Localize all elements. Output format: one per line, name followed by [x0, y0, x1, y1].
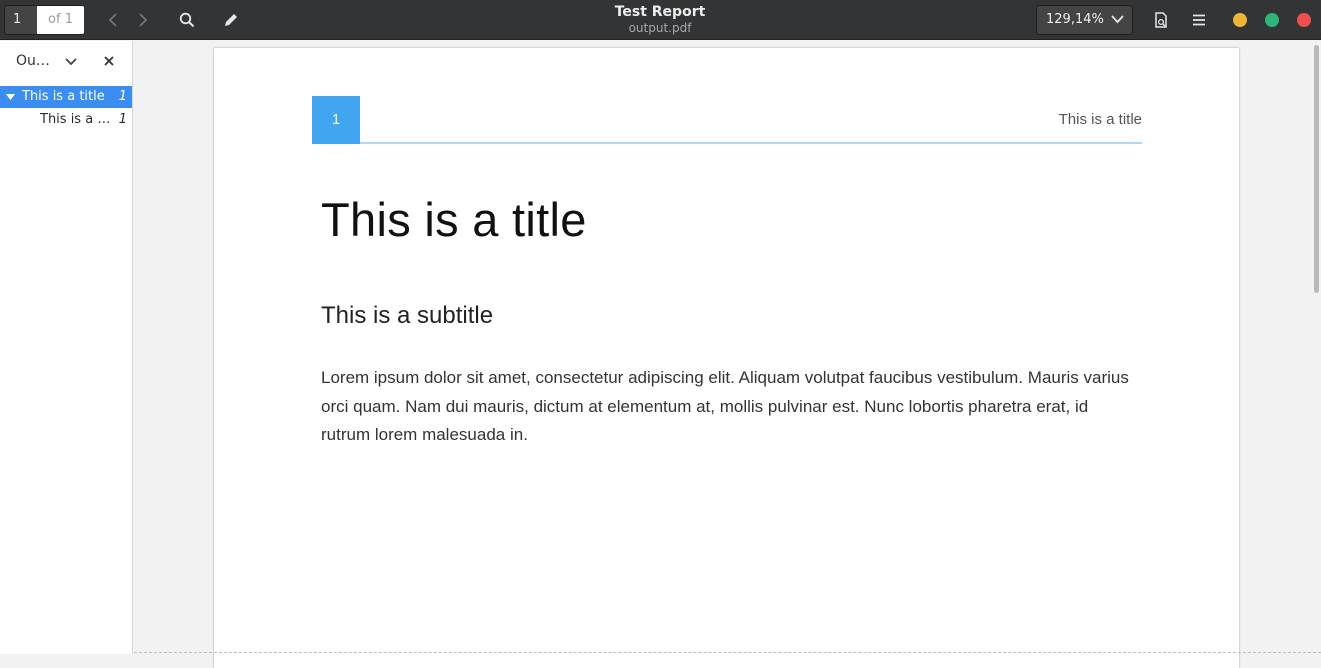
body-paragraph: Lorem ipsum dolor sit amet, consectetur … — [321, 368, 1129, 444]
chevron-down-icon[interactable] — [64, 54, 78, 68]
search-button[interactable] — [175, 8, 199, 32]
menu-icon — [1193, 14, 1205, 26]
page-number-badge: 1 — [312, 96, 360, 144]
vertical-scrollbar[interactable] — [1314, 45, 1319, 293]
triangle-down-icon[interactable] — [6, 94, 15, 100]
header-rule — [360, 142, 1142, 144]
document-view[interactable]: 1 This is a title This is a title This i… — [134, 41, 1321, 668]
minimize-button[interactable] — [1233, 13, 1247, 27]
filename-label: output.pdf — [628, 21, 692, 35]
document-title-label: Test Report — [614, 4, 706, 20]
page-subtitle: This is a subtitle — [321, 302, 494, 329]
next-page-button[interactable] — [131, 8, 155, 32]
outline-item-label: This is a title — [22, 89, 105, 104]
zoom-dropdown[interactable]: 129,14% — [1036, 5, 1133, 35]
previous-page-button[interactable] — [101, 8, 125, 32]
page-entry[interactable]: 1 of 1 — [4, 5, 84, 35]
outline-item-page: 1 — [118, 112, 127, 127]
outline-sidebar: Ou… This is a title 1 This is a … 1 — [0, 41, 133, 654]
window-title: Test Report output.pdf — [460, 4, 860, 35]
maximize-button[interactable] — [1265, 13, 1279, 27]
running-header: This is a title — [1058, 111, 1142, 128]
zoom-value: 129,14% — [1046, 12, 1104, 27]
chevron-right-icon — [139, 13, 148, 27]
header-bar: 1 of 1 Test Report output.pdf 129,14% — [0, 0, 1321, 40]
close-icon[interactable] — [102, 54, 116, 68]
main-menu-button[interactable] — [1187, 8, 1211, 32]
outline-item-subtitle[interactable]: This is a … 1 — [0, 109, 132, 131]
sidebar-mode-label: Ou… — [16, 53, 50, 69]
current-page-field[interactable]: 1 — [5, 6, 37, 34]
annotate-button[interactable] — [219, 8, 243, 32]
chevron-left-icon — [108, 13, 117, 27]
pencil-icon — [225, 14, 237, 26]
close-window-button[interactable] — [1297, 13, 1311, 27]
document-icon — [1155, 12, 1167, 28]
outline-item-page: 1 — [118, 89, 127, 104]
sidebar-header: Ou… — [0, 41, 132, 83]
outline-item-label: This is a … — [40, 112, 111, 127]
page-count-label: of 1 — [37, 6, 84, 34]
search-icon — [179, 12, 195, 28]
page-boundary — [134, 652, 1321, 653]
document-properties-button[interactable] — [1149, 8, 1173, 32]
page-title: This is a title — [321, 193, 587, 246]
pdf-page: 1 This is a title This is a title This i… — [214, 48, 1239, 668]
outline-item-title[interactable]: This is a title 1 — [0, 86, 132, 108]
chevron-down-icon — [1111, 15, 1124, 24]
